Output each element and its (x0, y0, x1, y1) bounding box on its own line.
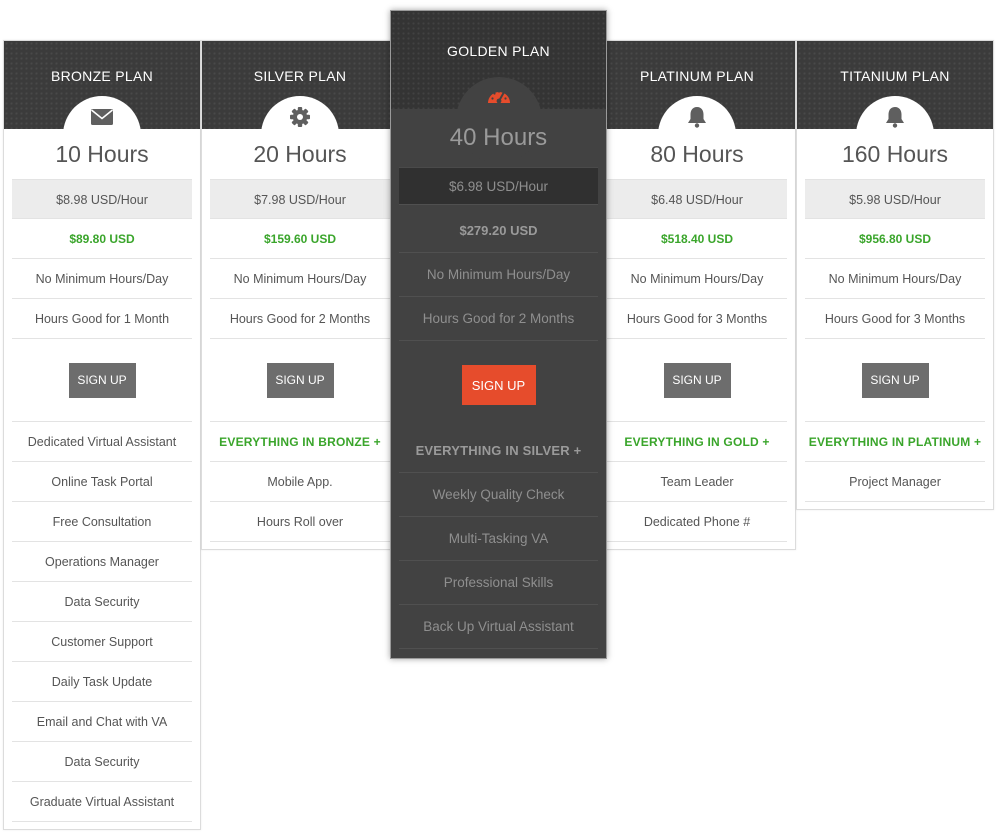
plan-rate: $8.98 USD/Hour (12, 179, 192, 219)
plan-min-hours: No Minimum Hours/Day (210, 259, 390, 299)
feature-item: Online Task Portal (12, 462, 192, 502)
plan-total: $518.40 USD (607, 219, 787, 259)
plan-hours: 20 Hours (253, 141, 347, 167)
signup-button[interactable]: SIGN UP (663, 362, 731, 398)
plan-validity: Hours Good for 2 Months (399, 297, 598, 341)
feature-item: Dedicated Virtual Assistant (12, 422, 192, 462)
feature-item: Professional Skills (399, 561, 598, 605)
plan-hours: 10 Hours (55, 141, 149, 167)
plan-hours: 80 Hours (650, 141, 744, 167)
signup-row: SIGN UP (210, 339, 390, 422)
plan-header: PLATINUM PLAN (599, 41, 795, 174)
signup-button[interactable]: SIGN UP (461, 365, 536, 405)
plan-total: $956.80 USD (805, 219, 985, 259)
plan-total: $89.80 USD (12, 219, 192, 259)
plan-total: $279.20 USD (399, 209, 598, 253)
feature-item: Data Security (12, 742, 192, 782)
plan-header: BRONZE PLAN (4, 41, 200, 174)
plan-title: TITANIUM PLAN (840, 68, 950, 84)
plan-hours: 40 Hours (449, 124, 548, 151)
plan-title: GOLDEN PLAN (447, 43, 550, 59)
signup-row: SIGN UP (607, 339, 787, 422)
signup-row: SIGN UP (399, 341, 598, 429)
plan-min-hours: No Minimum Hours/Day (399, 253, 598, 297)
plan-header: SILVER PLAN (202, 41, 398, 174)
plan-header: GOLDEN PLAN (391, 11, 606, 163)
bell-icon (882, 105, 908, 129)
signup-row: SIGN UP (805, 339, 985, 422)
feature-item: Operations Manager (12, 542, 192, 582)
speedometer-icon (486, 85, 512, 109)
plan-rate: $6.98 USD/Hour (399, 167, 598, 205)
feature-item: Hours Roll over (210, 502, 390, 542)
plan-card-bronze: BRONZE PLAN 10 Hours $8.98 USD/Hour $89.… (3, 40, 201, 830)
feature-item: Data Security (12, 582, 192, 622)
signup-button[interactable]: SIGN UP (861, 362, 929, 398)
plan-validity: Hours Good for 2 Months (210, 299, 390, 339)
feature-item: Email and Chat with VA (12, 702, 192, 742)
plan-hours: 160 Hours (841, 141, 949, 167)
feature-item: Back Up Virtual Assistant (399, 605, 598, 649)
plan-min-hours: No Minimum Hours/Day (805, 259, 985, 299)
feature-item: Daily Task Update (12, 662, 192, 702)
feature-item: Mobile App. (210, 462, 390, 502)
feature-item: Customer Support (12, 622, 192, 662)
plan-min-hours: No Minimum Hours/Day (607, 259, 787, 299)
signup-row: SIGN UP (12, 339, 192, 422)
plan-header: TITANIUM PLAN (797, 41, 993, 174)
plan-min-hours: No Minimum Hours/Day (12, 259, 192, 299)
feature-item: Team Leader (607, 462, 787, 502)
feature-item: Graduate Virtual Assistant (12, 782, 192, 822)
signup-button[interactable]: SIGN UP (266, 362, 334, 398)
plan-included: EVERYTHING IN BRONZE + (210, 422, 390, 462)
plan-validity: Hours Good for 3 Months (805, 299, 985, 339)
plan-validity: Hours Good for 1 Month (12, 299, 192, 339)
feature-item: Dedicated Phone # (607, 502, 787, 542)
plan-included: EVERYTHING IN GOLD + (607, 422, 787, 462)
plan-rate: $6.48 USD/Hour (607, 179, 787, 219)
envelope-icon (89, 105, 115, 129)
plan-card-silver: SILVER PLAN 20 Hours $7.98 USD/Hour $159… (201, 40, 399, 550)
plan-included: EVERYTHING IN PLATINUM + (805, 422, 985, 462)
plan-title: BRONZE PLAN (50, 68, 154, 84)
plan-card-titanium: TITANIUM PLAN 160 Hours $5.98 USD/Hour $… (796, 40, 994, 510)
plan-total: $159.60 USD (210, 219, 390, 259)
plan-included: EVERYTHING IN SILVER + (399, 429, 598, 473)
plan-validity: Hours Good for 3 Months (607, 299, 787, 339)
bell-icon (684, 105, 710, 129)
plan-card-platinum: PLATINUM PLAN 80 Hours $6.48 USD/Hour $5… (598, 40, 796, 550)
gear-icon (287, 105, 313, 129)
plan-title: PLATINUM PLAN (639, 68, 755, 84)
feature-item: Weekly Quality Check (399, 473, 598, 517)
plan-rate: $5.98 USD/Hour (805, 179, 985, 219)
feature-item: Free Consultation (12, 502, 192, 542)
signup-button[interactable]: SIGN UP (68, 362, 136, 398)
feature-item: Project Manager (805, 462, 985, 502)
plan-card-golden: GOLDEN PLAN 40 Hours $6.98 USD/Hour $279… (390, 10, 607, 659)
plan-title: SILVER PLAN (253, 68, 347, 84)
plan-rate: $7.98 USD/Hour (210, 179, 390, 219)
feature-item: Multi-Tasking VA (399, 517, 598, 561)
